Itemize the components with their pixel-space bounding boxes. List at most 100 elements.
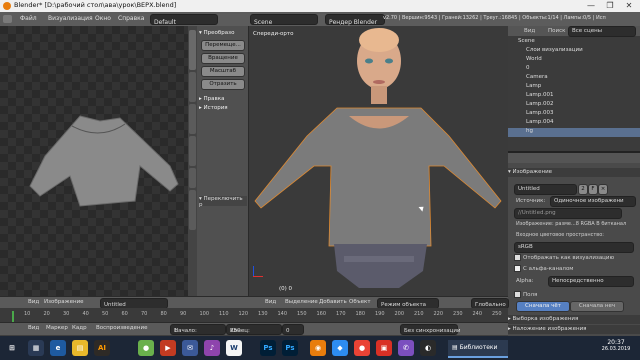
maximize-button[interactable]: ❐ (601, 0, 619, 12)
source-dropdown[interactable]: Одиночное изображени (550, 196, 636, 207)
odd-first-button[interactable]: Сначала неч (570, 301, 624, 312)
operator-panel[interactable]: ▾ Переключить р (199, 196, 247, 208)
library-task-button[interactable]: ▤ Библиотеки (448, 340, 508, 358)
image-sampling-section[interactable]: ▸ Выборка изображения (508, 315, 640, 324)
viewport-object-menu[interactable]: Объект (349, 299, 371, 305)
menu-help[interactable]: Справка (118, 15, 144, 22)
even-first-button[interactable]: Сначала чёт (516, 301, 570, 312)
image-menu[interactable]: Изображение (44, 299, 84, 305)
transform-header[interactable]: ▾ Преобразо (199, 30, 247, 36)
timeline-marker-menu[interactable]: Маркер (46, 325, 68, 331)
image-unlink-button[interactable]: × (598, 184, 608, 195)
rotate-button[interactable]: Вращение (201, 53, 245, 64)
filepath-field[interactable]: //Untitled.png (514, 208, 622, 219)
alpha-mode-dropdown[interactable]: Непосредственно (548, 276, 634, 287)
outliner-item-world[interactable]: World (508, 56, 640, 65)
clock[interactable]: 20:37 26.03.2019 (596, 339, 636, 352)
properties-tabs[interactable] (508, 153, 640, 163)
close-button[interactable]: ✕ (620, 0, 638, 12)
tab-physics[interactable] (189, 168, 196, 188)
app3-icon[interactable]: ● (354, 340, 370, 356)
outliner-item-0[interactable]: 0 (508, 65, 640, 74)
menu-file[interactable]: Файл (20, 15, 37, 22)
tab-animation[interactable] (189, 136, 196, 166)
tab-relations[interactable] (189, 104, 196, 134)
info-header: Файл Визуализация Окно Справка Default S… (0, 12, 640, 27)
editor-type-icon[interactable] (3, 15, 12, 23)
viewport-select-menu[interactable]: Выделение (285, 299, 318, 305)
viewport-add-menu[interactable]: Добавить (319, 299, 347, 305)
view-as-render-checkbox[interactable]: Отображать как визуализацию (514, 254, 614, 261)
outliner-item-camera[interactable]: Camera (508, 74, 640, 83)
fields-checkbox[interactable]: Поля (514, 291, 537, 298)
timeline-frame-menu[interactable]: Кадр (72, 325, 87, 331)
current-frame-value: 0 (286, 328, 290, 334)
mirror-button[interactable]: Отразить (201, 79, 245, 90)
app4-icon[interactable]: ▣ (376, 340, 392, 356)
image-name-field[interactable]: Untitled (514, 184, 577, 195)
menu-window[interactable]: Окно (95, 15, 111, 22)
timeline-tick-label: 220 (433, 311, 444, 317)
tab-grease-pencil[interactable] (189, 190, 196, 230)
layout-selector[interactable]: Default (150, 14, 218, 26)
blender-taskbar-icon[interactable]: ◉ (310, 340, 326, 356)
image-editor-canvas[interactable] (0, 26, 188, 296)
image-fake-user-button[interactable]: F (588, 184, 598, 195)
photoshop-icon-2[interactable]: Ps (282, 340, 298, 356)
outliner-search-menu[interactable]: Поиск (548, 28, 565, 34)
timeline-view-menu[interactable]: Вид (28, 325, 39, 331)
app-icon[interactable]: ● (138, 340, 154, 356)
app5-icon[interactable]: ◐ (420, 340, 436, 356)
outliner-item-lamp-004[interactable]: Lamp.004 (508, 119, 640, 128)
viewport-view-menu[interactable]: Вид (265, 299, 276, 305)
outliner-item-lamp[interactable]: Lamp (508, 83, 640, 92)
tab-tools[interactable] (189, 30, 196, 70)
document-icon[interactable]: W (226, 340, 242, 356)
illustrator-icon[interactable]: AI (94, 340, 110, 356)
app2-icon[interactable]: ◆ (332, 340, 348, 356)
outliner-item-lamp-002[interactable]: Lamp.002 (508, 101, 640, 110)
image-mapping-section[interactable]: ▸ Наложение изображения (508, 325, 640, 334)
render-engine-selector[interactable]: Рендер Blender (325, 14, 385, 26)
media-icon[interactable]: ▶ (160, 340, 176, 356)
image-users-count[interactable]: 2 (578, 184, 588, 195)
image-section-header[interactable]: ▾ Изображение (508, 168, 640, 177)
outliner-view-menu[interactable]: Вид (524, 28, 535, 34)
color-space-label: Входное цветовое пространство: (516, 232, 604, 238)
current-frame-field[interactable]: 0 (282, 324, 304, 335)
outliner-item-scene[interactable]: Scene (508, 38, 640, 47)
edit-section[interactable]: ▸ Правка (199, 96, 247, 102)
viber-icon[interactable]: ✆ (398, 340, 414, 356)
timeline[interactable]: 10 20 30 40 50 60 70 80 90 100 110 120 130 140 150 160 1… (0, 308, 508, 336)
outliner-item-lamp-001[interactable]: Lamp.001 (508, 92, 640, 101)
history-section[interactable]: ▸ История (199, 105, 247, 111)
timeline-playback-menu[interactable]: Воспроизведение (96, 325, 147, 331)
browser-icon[interactable]: e (50, 340, 66, 356)
3d-viewport[interactable]: Спереди-орто (0) 0 (249, 26, 508, 296)
outliner-display-mode[interactable]: Все сцены (568, 26, 636, 37)
scene-selector[interactable]: Scene (250, 14, 318, 26)
tab-create[interactable] (189, 72, 196, 102)
use-alpha-checkbox[interactable]: С альфа-каналом (514, 265, 573, 272)
image-view-menu[interactable]: Вид (28, 299, 39, 305)
player-icon[interactable]: ♪ (204, 340, 220, 356)
minimize-button[interactable]: — (582, 0, 600, 12)
translate-button[interactable]: Перемеще... (201, 40, 245, 51)
folder-icon[interactable]: ▤ (72, 340, 88, 356)
end-frame-value: 250 (230, 328, 241, 334)
chat-icon[interactable]: ✉ (182, 340, 198, 356)
timeline-tick-label: 180 (355, 311, 366, 317)
scale-button[interactable]: Масштаб (201, 66, 245, 77)
menu-render[interactable]: Визуализация (48, 15, 93, 22)
end-frame-field[interactable]: Конец: 250 (226, 324, 282, 335)
color-space-dropdown[interactable]: sRGB (514, 242, 634, 253)
outliner-item-lamp-003[interactable]: Lamp.003 (508, 110, 640, 119)
photoshop-icon[interactable]: Ps (260, 340, 276, 356)
sync-mode-dropdown[interactable]: Без синхронизации (400, 324, 461, 335)
windows-start-icon[interactable]: ⊞ (4, 340, 20, 356)
start-frame-field[interactable]: Начало: 1 (170, 324, 226, 335)
outliner-item-render-layers[interactable]: Слои визуализации (508, 47, 640, 56)
outliner-item-hg[interactable]: hg (508, 128, 640, 137)
explorer-icon[interactable]: ▦ (28, 340, 44, 356)
timeline-tick-label: 190 (375, 311, 385, 317)
